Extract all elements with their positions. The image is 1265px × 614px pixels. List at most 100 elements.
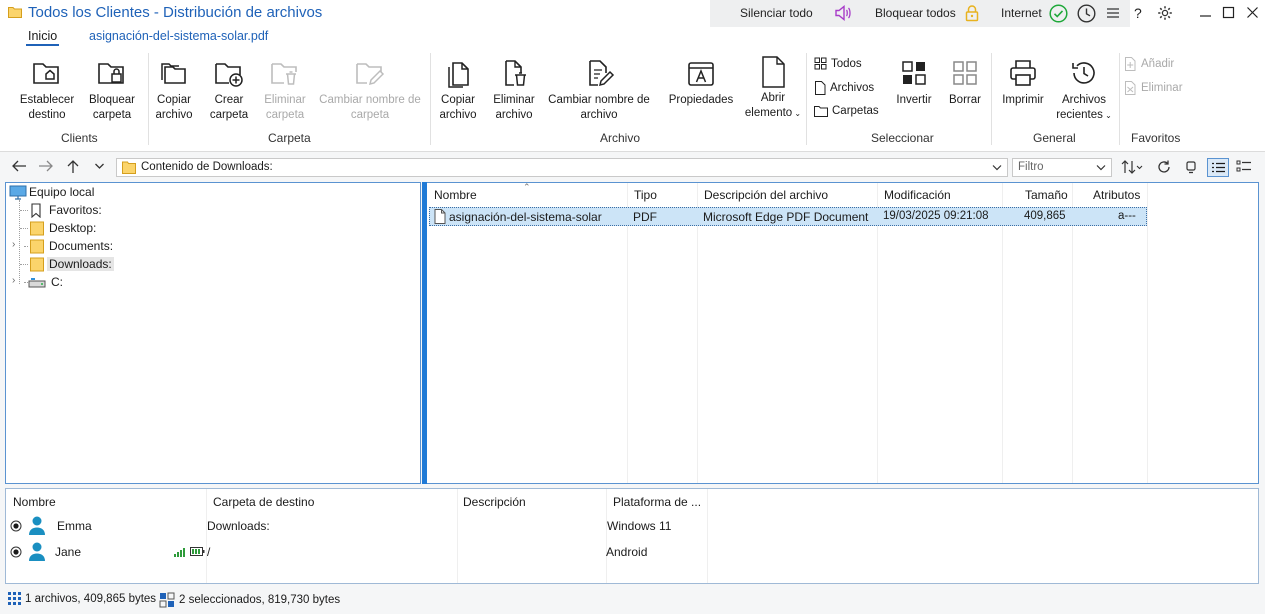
invert-selection-icon — [898, 57, 930, 89]
tab-pdf-file[interactable]: asignación-del-sistema-solar.pdf — [89, 29, 268, 43]
column-header-type[interactable]: Tipo — [634, 183, 657, 207]
copy-folder-button[interactable]: Copiar archivo — [150, 57, 198, 123]
settings-gear-icon[interactable] — [1157, 5, 1173, 21]
client-platform: Windows 11 — [607, 519, 672, 533]
sort-ascending-icon: ⌃ — [523, 182, 531, 192]
close-icon[interactable] — [1246, 6, 1259, 19]
client-name: Jane — [55, 545, 82, 559]
recent-files-button[interactable]: Archivos recientes ⌄ — [1052, 57, 1116, 123]
expand-chevron-icon[interactable]: › — [12, 275, 15, 286]
radio-selected-icon[interactable] — [10, 546, 22, 558]
tree-item-desktop[interactable]: Desktop: — [30, 219, 98, 237]
client-row[interactable]: Jane / Android — [6, 540, 1258, 564]
menu-icon[interactable] — [1106, 6, 1120, 20]
help-button[interactable]: ? — [1134, 5, 1142, 21]
chevron-down-icon[interactable] — [1096, 164, 1106, 171]
chevron-down-icon[interactable] — [992, 164, 1002, 171]
tree-item-drive-c[interactable]: C: — [28, 273, 65, 291]
rename-file-button[interactable]: Cambiar nombre de archivo — [544, 57, 654, 123]
forward-arrow-icon[interactable] — [38, 159, 54, 173]
set-destination-button[interactable]: Establecer destino — [12, 57, 82, 123]
sort-icon[interactable] — [1121, 160, 1143, 174]
select-files-button[interactable]: Archivos — [814, 81, 874, 95]
tree-item-downloads[interactable]: Downloads: — [30, 255, 114, 273]
column-header-description[interactable]: Descripción del archivo — [704, 183, 828, 207]
open-item-button[interactable]: Abrir elemento ⌄ — [742, 55, 804, 121]
column-header-modified[interactable]: Modificación — [884, 183, 951, 207]
column-header-size[interactable]: Tamaño — [1025, 183, 1068, 207]
add-favorite-label: Añadir — [1141, 58, 1175, 70]
clock-icon[interactable] — [1077, 4, 1096, 23]
tab-inicio[interactable]: Inicio — [25, 29, 60, 46]
rename-folder-button[interactable]: Cambiar nombre de carpeta — [315, 57, 425, 123]
filter-input[interactable]: Filtro — [1012, 158, 1112, 177]
battery-icon — [190, 547, 205, 556]
lock-icon[interactable] — [964, 4, 980, 22]
path-field[interactable]: Contenido de Downloads: — [116, 158, 1008, 177]
preview-pane-icon[interactable] — [1185, 161, 1197, 174]
refresh-icon[interactable] — [1157, 160, 1171, 174]
tree-label: C: — [51, 275, 63, 289]
tree-item-favoritos[interactable]: Favoritos: — [30, 201, 104, 219]
radio-selected-icon[interactable] — [10, 520, 22, 532]
maximize-icon[interactable] — [1222, 6, 1235, 19]
folder-home-icon — [31, 57, 63, 89]
delete-file-label-1: Eliminar — [493, 94, 535, 106]
delete-file-label-2: archivo — [495, 109, 533, 121]
computer-icon — [9, 185, 27, 200]
properties-button[interactable]: Propiedades — [664, 57, 738, 108]
column-header-description[interactable]: Descripción — [463, 495, 526, 509]
create-folder-button[interactable]: Crear carpeta — [204, 57, 254, 123]
column-header-attributes[interactable]: Atributos — [1093, 183, 1140, 207]
client-row[interactable]: Emma Downloads: Windows 11 — [6, 514, 1258, 538]
delete-file-button[interactable]: Eliminar archivo — [489, 57, 539, 123]
remove-favorite-button[interactable]: Eliminar — [1124, 81, 1183, 95]
grid-icon — [814, 57, 827, 70]
select-all-button[interactable]: Todos — [814, 57, 862, 70]
folder-icon — [814, 105, 828, 117]
minimize-icon[interactable] — [1199, 6, 1212, 19]
column-header-destination[interactable]: Carpeta de destino — [213, 495, 314, 509]
table-row[interactable]: asignación-del-sistema-solar PDF Microso… — [429, 207, 1147, 226]
select-folders-button[interactable]: Carpetas — [814, 105, 879, 117]
column-header-platform[interactable]: Plataforma de ... — [613, 495, 701, 509]
up-arrow-icon[interactable] — [66, 159, 80, 174]
status-right-text: 2 seleccionados, 819,730 bytes — [179, 594, 341, 606]
lock-folder-label-1: Bloquear — [88, 94, 136, 106]
expand-chevron-icon[interactable]: › — [12, 239, 15, 250]
clear-selection-button[interactable]: Borrar — [945, 57, 985, 108]
column-divider — [627, 183, 628, 483]
print-button[interactable]: Imprimir — [996, 57, 1050, 108]
check-circle-icon[interactable] — [1049, 4, 1068, 23]
lock-all-button[interactable]: Bloquear todos — [875, 6, 956, 20]
tree-item-documents[interactable]: Documents: — [30, 237, 115, 255]
mute-all-button[interactable]: Silenciar todo — [740, 6, 813, 20]
ribbon: Establecer destino Bloquear carpeta Client… — [0, 47, 1265, 152]
copy-file-button[interactable]: Copiar archivo — [434, 57, 482, 123]
column-header-client-name[interactable]: Nombre — [13, 495, 56, 509]
select-folders-label: Carpetas — [832, 105, 879, 117]
rename-file-label-2: archivo — [580, 109, 618, 121]
invert-selection-label: Invertir — [896, 94, 932, 106]
add-favorite-icon — [1124, 57, 1137, 71]
column-divider — [877, 183, 878, 483]
tree-label: Favoritos: — [49, 203, 102, 217]
status-left-text: 1 archivos, 409,865 bytes — [25, 592, 157, 605]
column-divider — [1147, 183, 1148, 483]
tree-label: Equipo local — [29, 185, 95, 199]
file-modified: 19/03/2025 09:21:08 — [883, 210, 989, 222]
invert-selection-button[interactable]: Invertir — [892, 57, 936, 108]
back-arrow-icon[interactable] — [11, 159, 27, 173]
history-dropdown-icon[interactable] — [94, 162, 105, 170]
list-view-icon[interactable] — [1234, 158, 1256, 177]
chevron-down-icon: ⌄ — [792, 109, 802, 118]
ribbon-separator — [148, 53, 149, 145]
delete-folder-button[interactable]: Eliminar carpeta — [260, 57, 310, 123]
speaker-icon[interactable] — [834, 4, 852, 22]
lock-folder-button[interactable]: Bloquear carpeta — [82, 57, 142, 123]
client-name: Emma — [57, 519, 92, 533]
details-view-icon[interactable] — [1207, 158, 1229, 177]
add-favorite-button[interactable]: Añadir — [1124, 57, 1174, 71]
column-header-name[interactable]: Nombre — [434, 183, 477, 207]
tree-item-local-computer[interactable]: Equipo local — [9, 183, 96, 201]
